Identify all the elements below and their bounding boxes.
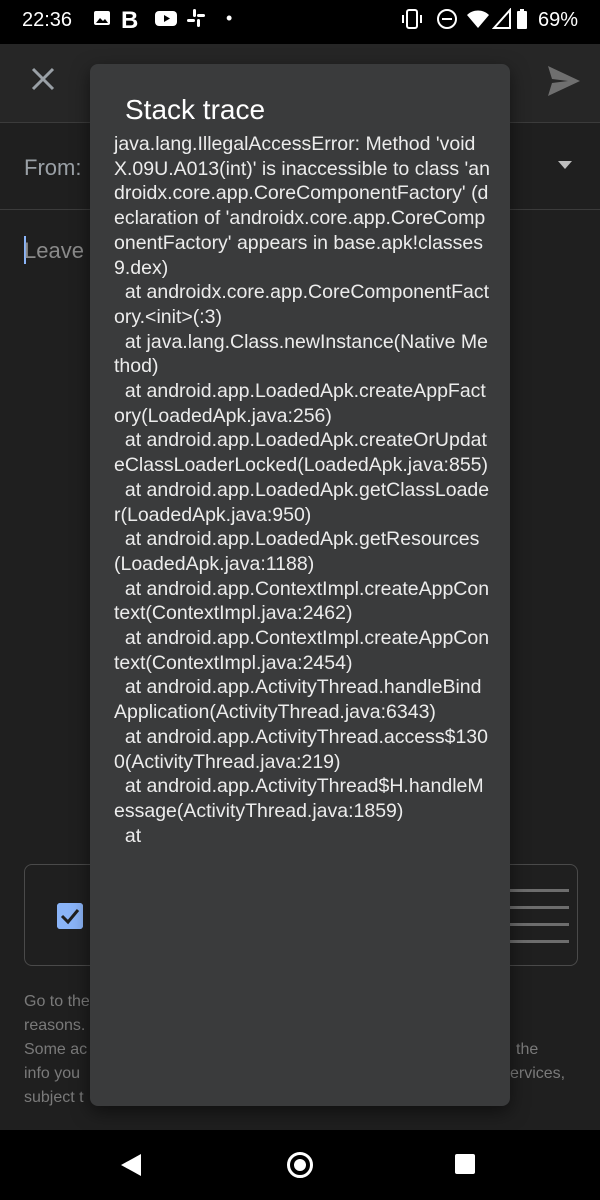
recents-icon[interactable] <box>455 1154 475 1174</box>
vibrate-icon <box>402 9 422 29</box>
photo-icon <box>94 11 110 25</box>
checkbox-checked[interactable] <box>57 903 83 929</box>
svg-text:B: B <box>121 8 138 32</box>
dnd-icon <box>437 9 457 29</box>
footer-line: reasons. <box>24 1017 86 1034</box>
footer-link[interactable]: Some ac <box>24 1038 87 1062</box>
wifi-icon <box>467 10 489 28</box>
stack-trace-text: java.lang.IllegalAccessError: Method 'vo… <box>114 133 490 847</box>
slack-icon <box>187 9 205 27</box>
signal-icon <box>492 8 511 29</box>
home-icon[interactable] <box>287 1152 313 1178</box>
youtube-icon <box>155 11 177 26</box>
close-icon[interactable] <box>28 64 58 94</box>
footer-line: subject t <box>24 1089 84 1106</box>
body-input[interactable]: Leave <box>24 238 84 264</box>
stack-trace-dialog: Stack trace java.lang.IllegalAccessError… <box>90 64 510 1106</box>
battery-icon <box>517 9 527 29</box>
navigation-bar <box>0 1130 600 1200</box>
back-icon[interactable] <box>121 1154 141 1176</box>
dialog-title: Stack trace <box>125 94 266 125</box>
from-label: From: <box>24 155 82 180</box>
footer-line-right: ervices, <box>510 1065 566 1082</box>
footer-line: info you <box>24 1065 81 1082</box>
b-icon: B <box>121 8 138 32</box>
footer-line: Go to the <box>24 993 90 1010</box>
status-time: 22:36 <box>22 9 73 31</box>
status-bar: 22:36 B • 69% <box>0 0 600 44</box>
chevron-down-icon[interactable] <box>558 161 572 169</box>
footer-line-right: the <box>516 1041 539 1058</box>
dot-icon: • <box>226 8 233 28</box>
battery-percent: 69% <box>537 9 578 31</box>
send-icon[interactable] <box>546 64 582 98</box>
